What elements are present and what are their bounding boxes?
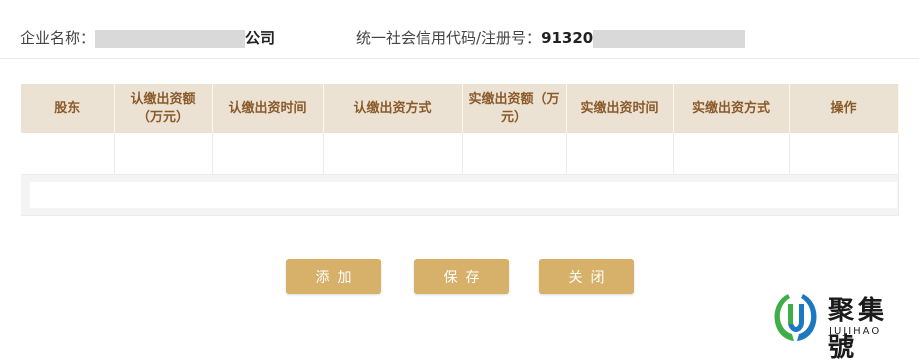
- shareholder-table: 股东 认缴出资额（万元） 认缴出资时间 认缴出资方式 实缴出资额（万元） 实缴出…: [21, 84, 899, 216]
- col-header-actions: 操作: [789, 84, 899, 133]
- jujihao-logo-icon: [774, 294, 817, 341]
- watermark-text-en: JUJIHAO: [829, 326, 882, 337]
- company-name-field: 企业名称： 公司: [20, 27, 275, 48]
- col-header-shareholder: 股东: [21, 84, 115, 133]
- table-cell: [21, 174, 899, 216]
- col-header-subscribed-date: 认缴出资时间: [212, 84, 324, 133]
- col-header-subscribed-method: 认缴出资方式: [323, 84, 463, 133]
- col-header-paid-date: 实缴出资时间: [566, 84, 674, 133]
- credit-code-label: 统一社会信用代码/注册号：: [356, 29, 542, 47]
- table-cell: [789, 133, 899, 175]
- empty-row-strip: [30, 182, 897, 208]
- table-cell: [566, 133, 674, 175]
- watermark-logo: 聚集號 JUJIHAO: [770, 288, 910, 363]
- table-row: [21, 133, 899, 175]
- col-header-subscribed-amount: 认缴出资额（万元）: [114, 84, 213, 133]
- table-cell: [462, 133, 567, 175]
- table-cell: [673, 133, 790, 175]
- credit-code-redacted: [593, 29, 746, 48]
- add-button[interactable]: 添加: [286, 259, 381, 294]
- company-name-suffix: 公司: [245, 29, 276, 47]
- table-cell: [323, 133, 463, 175]
- close-button[interactable]: 关闭: [539, 259, 634, 294]
- col-header-paid-method: 实缴出资方式: [673, 84, 790, 133]
- credit-code-prefix: 91320: [541, 29, 594, 47]
- table-cell: [114, 133, 213, 175]
- form-header: 企业名称： 公司 统一社会信用代码/注册号：91320: [0, 0, 919, 59]
- col-header-paid-amount: 实缴出资额（万元）: [462, 84, 567, 133]
- company-name-label: 企业名称：: [20, 29, 96, 47]
- save-button[interactable]: 保存: [414, 259, 509, 294]
- table-cell: [21, 133, 115, 175]
- table-cell: [212, 133, 324, 175]
- table-row: [21, 174, 899, 216]
- company-name-redacted: [95, 29, 246, 48]
- table-header-row: 股东 认缴出资额（万元） 认缴出资时间 认缴出资方式 实缴出资额（万元） 实缴出…: [21, 84, 899, 133]
- credit-code-field: 统一社会信用代码/注册号：91320: [356, 27, 746, 48]
